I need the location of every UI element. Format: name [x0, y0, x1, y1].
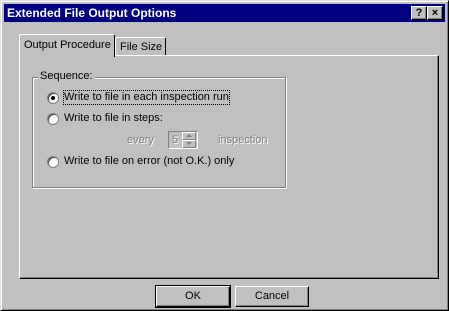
steps-every-label: every: [127, 134, 154, 146]
close-button[interactable]: ×: [427, 6, 443, 20]
radio-label-on-error[interactable]: Write to file on error (not O.K.) only: [64, 155, 234, 168]
cancel-button[interactable]: Cancel: [235, 286, 309, 307]
spin-up-button[interactable]: [182, 132, 196, 140]
title-bar[interactable]: Extended File Output Options ? ×: [4, 4, 445, 22]
arrow-down-icon: [186, 142, 192, 145]
tab-label: Output Procedure: [24, 39, 111, 51]
spin-down-button[interactable]: [182, 140, 196, 148]
radio-on-error[interactable]: [47, 156, 59, 168]
sequence-label: Sequence:: [38, 70, 95, 83]
radio-each-inspection[interactable]: [47, 92, 59, 104]
radio-label-in-steps[interactable]: Write to file in steps:: [64, 112, 163, 125]
radio-label-each-inspection[interactable]: Write to file in each inspection run: [63, 90, 230, 105]
steps-spinner[interactable]: [182, 132, 196, 148]
tab-label: File Size: [120, 41, 163, 53]
steps-inspection-label: inspection: [218, 134, 268, 146]
help-button[interactable]: ?: [411, 6, 427, 20]
window-title: Extended File Output Options: [7, 6, 177, 20]
tab-file-size[interactable]: File Size: [115, 37, 166, 57]
tab-output-procedure[interactable]: Output Procedure: [19, 34, 115, 57]
radio-selected-dot: [51, 96, 55, 100]
radio-in-steps[interactable]: [47, 113, 59, 125]
steps-count-value: 5: [172, 134, 179, 146]
ok-button[interactable]: OK: [155, 285, 231, 308]
arrow-up-icon: [186, 134, 192, 137]
